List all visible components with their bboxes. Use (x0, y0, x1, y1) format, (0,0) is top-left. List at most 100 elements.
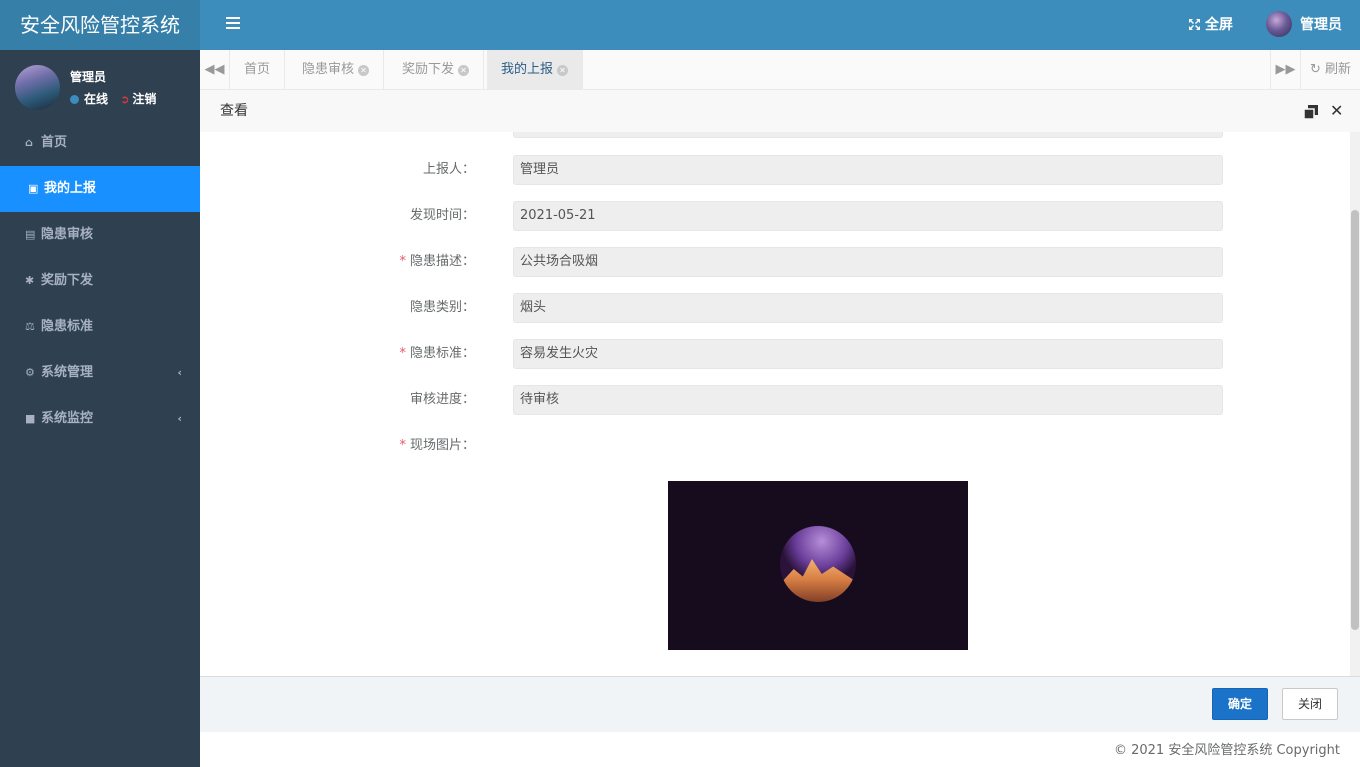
confirm-button[interactable]: 确定 (1212, 688, 1268, 720)
refresh-button[interactable]: ↻ 刷新 (1300, 50, 1360, 90)
tab-reward[interactable]: 奖励下发 ✕ (388, 50, 485, 90)
form-input-previous[interactable] (513, 132, 1223, 138)
form-label: * 隐患标准： (300, 339, 475, 369)
user-menu[interactable]: 管理员 (1266, 0, 1342, 50)
logout-label: 注销 (132, 92, 157, 106)
form-label: 上报人： (422, 162, 475, 177)
form-label-text: 隐患描述： (409, 254, 475, 269)
tabs-scroll-left-button[interactable]: ◀◀ (200, 50, 230, 90)
audit-progress-field[interactable]: 待审核 (513, 385, 1223, 415)
video-camera-icon: ■ (25, 412, 36, 425)
form-label: * 隐患描述： (300, 247, 475, 277)
sidebar-item-hazard-standard[interactable]: ⚖ 隐患标准 (0, 304, 200, 350)
user-card-icon: ▣ (28, 182, 39, 195)
standard-field[interactable]: 容易发生火灾 (513, 339, 1223, 369)
sidebar-item-reward[interactable]: ✱ 奖励下发 (0, 258, 200, 304)
avatar (15, 65, 60, 110)
sidebar-item-my-report[interactable]: ▣ 我的上报 (0, 166, 200, 212)
logout-link[interactable]: ➲ 注销 (120, 92, 156, 106)
sidebar-item-label: 首页 (41, 135, 68, 150)
found-time-field[interactable]: 2021-05-21 (513, 201, 1223, 231)
form-row-category: 隐患类别： 烟头 (200, 293, 1300, 323)
sidebar-item-label: 系统监控 (41, 411, 94, 426)
site-photo[interactable] (668, 481, 968, 650)
expand-icon (1189, 19, 1200, 30)
tab-label: 我的上报 (501, 62, 554, 77)
sidebar-item-label: 隐患审核 (41, 227, 94, 242)
app-logo-title: 安全风险管控系统 (0, 0, 200, 50)
tab-label: 奖励下发 (402, 62, 455, 77)
category-field[interactable]: 烟头 (513, 293, 1223, 323)
tab-close-icon[interactable]: ✕ (458, 65, 470, 76)
avatar (1266, 11, 1292, 37)
form-row-photo: * 现场图片： (200, 431, 1300, 461)
sidebar-item-system-monitor[interactable]: ■ 系统监控 ‹ (0, 396, 200, 442)
tab-my-report[interactable]: 我的上报 ✕ (487, 50, 584, 90)
required-mark: * (399, 438, 406, 453)
form-row-reporter: 上报人： 管理员 (200, 155, 1300, 185)
home-icon: ⌂ (25, 136, 33, 149)
reporter-field[interactable]: 管理员 (513, 155, 1223, 185)
required-mark: * (399, 346, 406, 361)
sidebar-item-home[interactable]: ⌂ 首页 (0, 120, 200, 166)
refresh-label: 刷新 (1325, 62, 1352, 77)
tab-bar: ◀◀ 首页 隐患审核 ✕ 奖励下发 ✕ 我的上报 ✕ ▶▶ ↻ 刷新 (200, 50, 1360, 90)
modal-header: 查看 ✕ (200, 90, 1360, 132)
forward-icon: ▶▶ (1275, 62, 1296, 77)
tabs-scroll-right-button[interactable]: ▶▶ (1270, 50, 1300, 90)
tab-close-icon[interactable]: ✕ (557, 65, 569, 76)
form-label: 隐患类别： (409, 300, 475, 315)
tab-label: 首页 (244, 62, 271, 77)
modal-footer: 确定 关闭 (200, 676, 1360, 732)
sidebar-item-label: 奖励下发 (41, 273, 94, 288)
balance-scale-icon: ⚖ (25, 320, 35, 333)
menu-toggle-icon[interactable] (226, 17, 240, 29)
gear-icon: ⚙ (25, 366, 35, 379)
page-footer: © 2021 安全风险管控系统 Copyright (200, 732, 1360, 767)
sidebar-item-label: 隐患标准 (41, 319, 94, 334)
top-navbar: 全屏 管理员 (200, 0, 1360, 50)
tab-close-icon[interactable]: ✕ (358, 65, 370, 76)
tab-hazard-audit[interactable]: 隐患审核 ✕ (288, 50, 385, 90)
close-button[interactable]: 关闭 (1282, 688, 1338, 720)
sidebar-user-name: 管理员 (70, 70, 107, 84)
form-label-text: 隐患标准： (409, 346, 475, 361)
form-label: 发现时间： (409, 208, 475, 223)
photo-content (780, 526, 856, 602)
user-name: 管理员 (1300, 17, 1342, 33)
sidebar-item-hazard-audit[interactable]: ▤ 隐患审核 (0, 212, 200, 258)
online-dot-icon (70, 95, 79, 104)
form-row-description: * 隐患描述： 公共场合吸烟 (200, 247, 1300, 277)
maximize-icon[interactable] (1304, 105, 1318, 119)
form-row-audit-progress: 审核进度： 待审核 (200, 385, 1300, 415)
fullscreen-button[interactable]: 全屏 (1188, 0, 1233, 50)
scrollbar-thumb[interactable] (1351, 210, 1359, 630)
required-mark: * (399, 254, 406, 269)
user-status: 在线 ➲ 注销 (70, 90, 156, 107)
form-row-standard: * 隐患标准： 容易发生火灾 (200, 339, 1300, 369)
sidebar: 管理员 在线 ➲ 注销 ⌂ 首页 ▣ 我的上报 ▤ 隐患审核 ✱ 奖励下发 ⚖ 隐患标准 ⚙… (0, 50, 200, 767)
backward-icon: ◀◀ (204, 62, 225, 77)
sidebar-item-system-management[interactable]: ⚙ 系统管理 ‹ (0, 350, 200, 396)
modal-title: 查看 (220, 103, 248, 119)
modal-body: 上报人： 管理员 发现时间： 2021-05-21 * 隐患描述： 公共场合吸烟 … (200, 132, 1360, 676)
status-online: 在线 (84, 92, 109, 106)
id-card-icon: ▤ (25, 228, 36, 241)
tab-label: 隐患审核 (302, 62, 355, 77)
tab-home[interactable]: 首页 (230, 50, 286, 90)
form-label-text: 现场图片： (409, 438, 475, 453)
user-panel: 管理员 在线 ➲ 注销 (0, 50, 200, 120)
sidebar-item-label: 系统管理 (41, 365, 94, 380)
form-row-found-time: 发现时间： 2021-05-21 (200, 201, 1300, 231)
fullscreen-label: 全屏 (1205, 17, 1233, 33)
close-icon[interactable]: ✕ (1330, 90, 1343, 132)
chevron-left-icon: ‹ (177, 366, 182, 379)
refresh-icon: ↻ (1309, 62, 1321, 77)
sidebar-item-label: 我的上报 (44, 181, 97, 196)
description-field[interactable]: 公共场合吸烟 (513, 247, 1223, 277)
scrollbar[interactable] (1350, 132, 1360, 676)
copyright-text: © 2021 安全风险管控系统 Copyright (1113, 743, 1340, 758)
form-label: * 现场图片： (300, 431, 475, 461)
asterisk-icon: ✱ (25, 274, 35, 287)
photo-mountain (780, 559, 856, 602)
